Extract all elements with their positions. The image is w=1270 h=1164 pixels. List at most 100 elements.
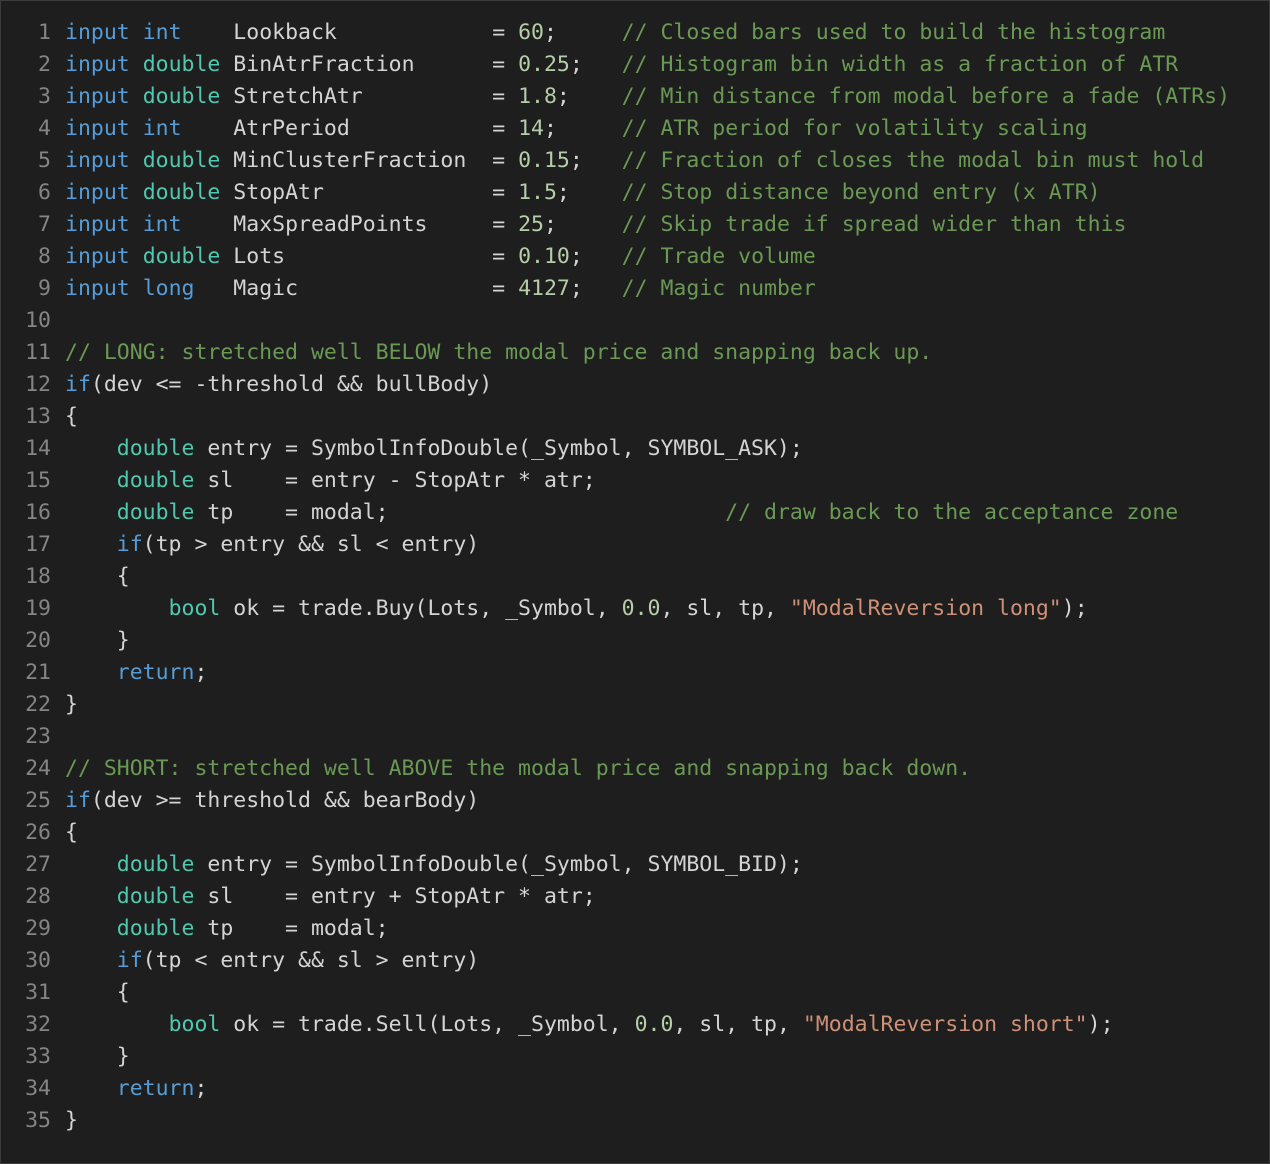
code-token: "ModalReversion short" (802, 1012, 1088, 1037)
code-line[interactable]: 2 input double BinAtrFraction = 0.25; // … (1, 49, 1269, 81)
code-text[interactable]: double sl = entry + StopAtr * atr; (65, 881, 1269, 913)
code-text[interactable]: { (65, 817, 1269, 849)
code-token: ; (543, 116, 622, 141)
code-text[interactable] (65, 721, 1269, 753)
code-token: // draw back to the acceptance zone (725, 500, 1179, 525)
code-line[interactable]: 26 { (1, 817, 1269, 849)
code-token: ok = trade.Sell(Lots, _Symbol, (220, 1012, 635, 1037)
code-text[interactable]: double tp = modal; (65, 913, 1269, 945)
line-number: 8 (38, 244, 51, 269)
code-text[interactable]: { (65, 401, 1269, 433)
code-token: // SHORT: stretched well ABOVE the modal… (65, 756, 972, 781)
code-line[interactable]: 19 bool ok = trade.Buy(Lots, _Symbol, 0.… (1, 593, 1269, 625)
code-token: input (65, 148, 130, 173)
code-text[interactable]: input double Lots = 0.10; // Trade volum… (65, 241, 1269, 273)
code-token: { (65, 564, 130, 589)
code-token: double (116, 468, 195, 493)
code-text[interactable]: return; (65, 1073, 1269, 1105)
code-text[interactable]: // LONG: stretched well BELOW the modal … (65, 337, 1269, 369)
code-line[interactable]: 8 input double Lots = 0.10; // Trade volu… (1, 241, 1269, 273)
code-token: ; (194, 1076, 208, 1101)
code-line[interactable]: 22} (1, 689, 1269, 721)
code-line[interactable]: 6 input double StopAtr = 1.5; // Stop dis… (1, 177, 1269, 209)
code-line[interactable]: 29 double tp = modal; (1, 913, 1269, 945)
line-number: 34 (25, 1076, 51, 1101)
code-line[interactable]: 10 (1, 305, 1269, 337)
code-line[interactable]: 12 if(dev <= -threshold && bullBody) (1, 369, 1269, 401)
code-token: return (116, 1076, 195, 1101)
code-token: tp = modal; (194, 500, 726, 525)
code-line[interactable]: 3 input double StretchAtr = 1.8; // Min d… (1, 81, 1269, 113)
code-token: if (116, 948, 143, 973)
code-line[interactable]: 7 input int MaxSpreadPoints = 25; // Skip… (1, 209, 1269, 241)
code-line[interactable]: 33 } (1, 1041, 1269, 1073)
code-line[interactable]: 11 // LONG: stretched well BELOW the moda… (1, 337, 1269, 369)
code-line[interactable]: 9 input long Magic = 4127; // Magic numbe… (1, 273, 1269, 305)
code-line[interactable]: 28 double sl = entry + StopAtr * atr; (1, 881, 1269, 913)
code-line[interactable]: 16 double tp = modal; // draw back to th… (1, 497, 1269, 529)
code-text[interactable]: input double StopAtr = 1.5; // Stop dist… (65, 177, 1269, 209)
code-text[interactable]: if(tp < entry && sl > entry) (65, 945, 1269, 977)
code-line[interactable]: 13 { (1, 401, 1269, 433)
code-line[interactable]: 21 return; (1, 657, 1269, 689)
code-line[interactable]: 30 if(tp < entry && sl > entry) (1, 945, 1269, 977)
line-number: 10 (25, 308, 51, 333)
code-text[interactable]: bool ok = trade.Buy(Lots, _Symbol, 0.0, … (65, 593, 1269, 625)
code-text[interactable]: double entry = SymbolInfoDouble(_Symbol,… (65, 433, 1269, 465)
code-text[interactable]: input int Lookback = 60; // Closed bars … (65, 17, 1269, 49)
line-number: 9 (38, 276, 51, 301)
code-text[interactable]: input int MaxSpreadPoints = 25; // Skip … (65, 209, 1269, 241)
code-token: 14 (518, 116, 544, 141)
code-line[interactable]: 17 if(tp > entry && sl < entry) (1, 529, 1269, 561)
code-text[interactable]: input long Magic = 4127; // Magic number (65, 273, 1269, 305)
code-token: input (65, 116, 130, 141)
code-text[interactable]: bool ok = trade.Sell(Lots, _Symbol, 0.0,… (65, 1009, 1269, 1041)
code-text[interactable]: input int AtrPeriod = 14; // ATR period … (65, 113, 1269, 145)
code-text[interactable]: input double MinClusterFraction = 0.15; … (65, 145, 1269, 177)
code-token: } (65, 692, 78, 717)
code-token: MinClusterFraction = (220, 148, 519, 173)
code-line[interactable]: 14 double entry = SymbolInfoDouble(_Symb… (1, 433, 1269, 465)
code-line[interactable]: 32 bool ok = trade.Sell(Lots, _Symbol, 0… (1, 1009, 1269, 1041)
code-line[interactable]: 20 } (1, 625, 1269, 657)
code-token: ; (569, 276, 622, 301)
code-line[interactable]: 5 input double MinClusterFraction = 0.15;… (1, 145, 1269, 177)
code-text[interactable]: input double BinAtrFraction = 0.25; // H… (65, 49, 1269, 81)
line-number: 30 (25, 948, 51, 973)
code-editor[interactable]: 1 input int Lookback = 60; // Closed bars… (0, 0, 1270, 1164)
code-text[interactable]: { (65, 561, 1269, 593)
code-text[interactable]: } (65, 625, 1269, 657)
code-text[interactable]: return; (65, 657, 1269, 689)
code-text[interactable] (65, 305, 1269, 337)
code-line[interactable]: 1 input int Lookback = 60; // Closed bars… (1, 17, 1269, 49)
code-line[interactable]: 23 (1, 721, 1269, 753)
code-text[interactable]: if(tp > entry && sl < entry) (65, 529, 1269, 561)
code-text[interactable]: { (65, 977, 1269, 1009)
code-line[interactable]: 4 input int AtrPeriod = 14; // ATR period… (1, 113, 1269, 145)
code-line[interactable]: 18 { (1, 561, 1269, 593)
code-line[interactable]: 25 if(dev >= threshold && bearBody) (1, 785, 1269, 817)
code-text[interactable]: double tp = modal; // draw back to the a… (65, 497, 1269, 529)
code-text[interactable]: double entry = SymbolInfoDouble(_Symbol,… (65, 849, 1269, 881)
code-text[interactable]: } (65, 1105, 1269, 1137)
code-line[interactable]: 15 double sl = entry - StopAtr * atr; (1, 465, 1269, 497)
code-text[interactable]: // SHORT: stretched well ABOVE the modal… (65, 753, 1269, 785)
line-number: 22 (25, 692, 51, 717)
code-line[interactable]: 31 { (1, 977, 1269, 1009)
code-text[interactable]: if(dev <= -threshold && bullBody) (65, 369, 1269, 401)
code-token: // Min distance from modal before a fade… (621, 84, 1231, 109)
code-text[interactable]: double sl = entry - StopAtr * atr; (65, 465, 1269, 497)
code-text[interactable]: input double StretchAtr = 1.8; // Min di… (65, 81, 1269, 113)
code-line[interactable]: 35} (1, 1105, 1269, 1137)
code-token: ; (194, 660, 208, 685)
code-text[interactable]: } (65, 689, 1269, 721)
code-text[interactable]: if(dev >= threshold && bearBody) (65, 785, 1269, 817)
code-line[interactable]: 24 // SHORT: stretched well ABOVE the mod… (1, 753, 1269, 785)
code-text[interactable]: } (65, 1041, 1269, 1073)
code-line[interactable]: 27 double entry = SymbolInfoDouble(_Symb… (1, 849, 1269, 881)
code-line[interactable]: 34 return; (1, 1073, 1269, 1105)
